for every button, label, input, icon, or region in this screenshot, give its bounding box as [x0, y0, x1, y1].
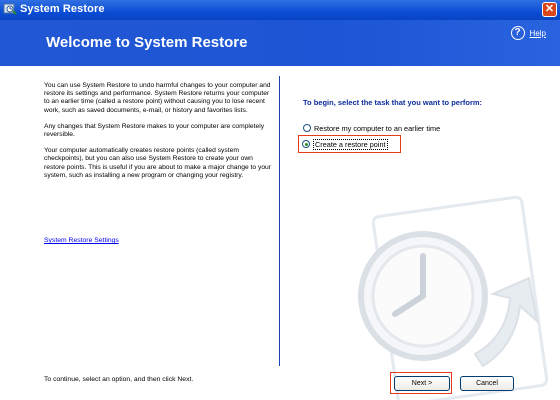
footer-instruction: To continue, select an option, and then …	[44, 376, 194, 383]
help-icon: ?	[510, 26, 525, 40]
option-label: Create a restore point	[313, 138, 388, 150]
description: You can use System Restore to undo harmf…	[44, 82, 274, 188]
restore-clock-watermark-icon	[358, 195, 549, 400]
system-restore-icon	[3, 3, 17, 15]
window-title: System Restore	[20, 3, 105, 15]
radio-button[interactable]	[303, 124, 311, 132]
option-label: Restore my computer to an earlier time	[314, 123, 441, 133]
title-bar[interactable]: System Restore ✕	[0, 0, 560, 20]
help-label: Help	[529, 28, 546, 38]
description-paragraph: Your computer automatically creates rest…	[44, 147, 271, 179]
option-restore-earlier-time[interactable]: Restore my computer to an earlier time	[303, 121, 482, 135]
task-prompt: To begin, select the task that you want …	[303, 98, 483, 107]
page-heading: Welcome to System Restore	[46, 34, 248, 51]
description-paragraph: Any changes that System Restore makes to…	[44, 122, 265, 139]
banner: Welcome to System Restore ? Help	[0, 20, 560, 66]
system-restore-settings-link[interactable]: System Restore Settings	[44, 237, 119, 244]
help-link[interactable]: ? Help	[510, 26, 546, 40]
content-area: You can use System Restore to undo harmf…	[0, 66, 560, 400]
description-paragraph: You can use System Restore to undo harmf…	[44, 82, 271, 114]
task-options: To begin, select the task that you want …	[298, 98, 483, 153]
option-create-restore-point[interactable]: Create a restore point	[298, 135, 401, 153]
radio-button-selected[interactable]	[302, 140, 310, 148]
next-button[interactable]: Next >	[394, 376, 450, 391]
divider	[279, 76, 280, 366]
close-button[interactable]: ✕	[542, 2, 557, 17]
cancel-button[interactable]: Cancel	[460, 376, 514, 391]
close-icon: ✕	[544, 3, 555, 15]
